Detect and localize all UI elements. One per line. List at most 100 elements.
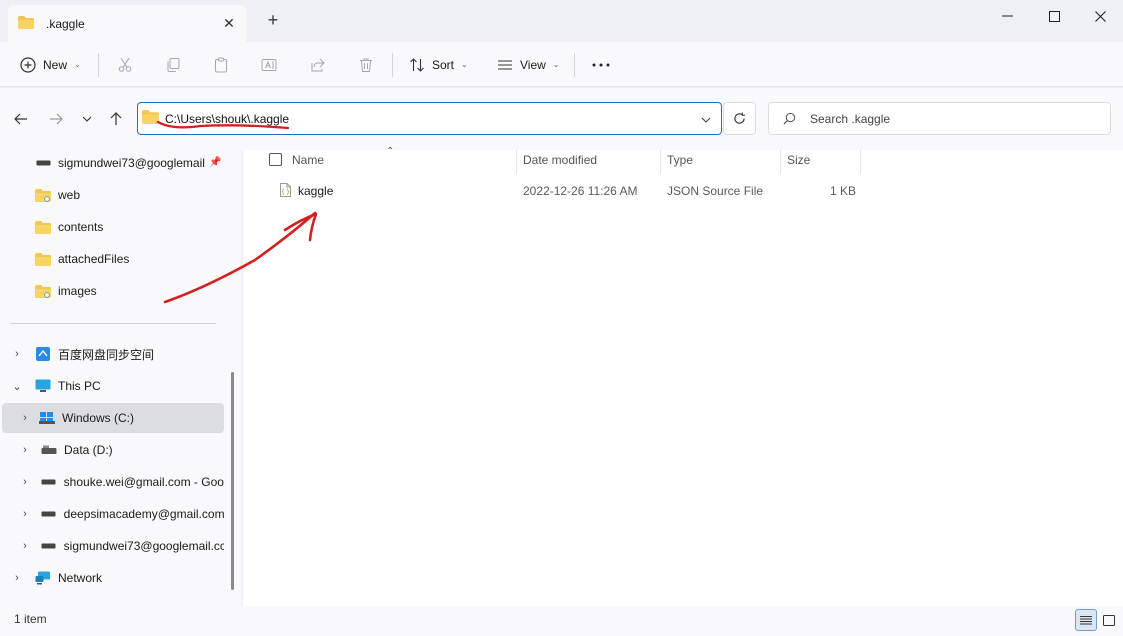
column-divider[interactable]: [660, 150, 661, 174]
column-header-type[interactable]: Type: [667, 150, 693, 170]
refresh-button[interactable]: [723, 102, 756, 135]
drive-icon: [40, 442, 58, 458]
sidebar-item-contents[interactable]: contents: [34, 212, 214, 242]
divider: [98, 53, 99, 77]
sidebar-item-shouke-gmail[interactable]: › shouke.wei@gmail.com - Goo: [18, 467, 224, 497]
tab-title: .kaggle: [46, 16, 85, 31]
address-path: C:\Users\shouk\.kaggle: [165, 111, 290, 126]
minimize-icon: [1001, 15, 1013, 17]
column-divider[interactable]: [860, 150, 861, 174]
sidebar-item-network[interactable]: › Network: [10, 563, 224, 593]
chevron-right-icon[interactable]: ›: [10, 348, 24, 360]
chevron-down-icon: ⌄: [552, 60, 560, 69]
column-divider[interactable]: [516, 150, 517, 174]
arrow-up-icon: [110, 112, 122, 125]
command-bar: New ⌄ Sort ⌄ View ⌄: [0, 42, 1123, 87]
search-box[interactable]: [768, 102, 1111, 135]
table-row[interactable]: kaggle 2022-12-26 11:26 AM JSON Source F…: [243, 178, 863, 204]
view-label: View: [520, 57, 546, 72]
sidebar-item-label: contents: [58, 220, 104, 234]
sidebar-item-label: deepsimacademy@gmail.com: [63, 507, 224, 521]
network-icon: [34, 570, 52, 586]
chevron-down-icon: [82, 116, 92, 122]
pin-icon: 📌: [209, 157, 222, 168]
column-divider[interactable]: [780, 150, 781, 174]
cut-button[interactable]: [117, 42, 133, 87]
sidebar-item-label: Windows (C:): [62, 411, 135, 425]
column-header-size[interactable]: Size: [787, 150, 810, 170]
view-list-icon: [498, 59, 512, 70]
rename-button[interactable]: [261, 42, 277, 87]
sort-icon: [410, 57, 424, 72]
new-button[interactable]: New ⌄: [20, 42, 81, 87]
file-name: kaggle: [298, 184, 334, 198]
folder-icon: [34, 219, 52, 235]
maximize-icon: [1048, 10, 1060, 22]
chevron-right-icon[interactable]: ›: [10, 572, 24, 584]
sidebar-item-label: images: [58, 284, 97, 298]
share-button[interactable]: [310, 42, 326, 87]
sidebar-item-this-pc[interactable]: ⌄ This PC: [10, 371, 224, 401]
chevron-down-icon[interactable]: ⌄: [10, 380, 24, 393]
sidebar-scrollbar[interactable]: [231, 372, 234, 590]
sidebar-item-label: shouke.wei@gmail.com - Goo: [63, 475, 224, 489]
sidebar-item-attachedfiles[interactable]: attachedFiles: [34, 244, 214, 274]
chevron-right-icon[interactable]: ›: [18, 444, 32, 456]
close-window-button[interactable]: [1077, 0, 1123, 32]
tiles-view-icon: [1103, 614, 1115, 626]
recent-locations-button[interactable]: [77, 109, 97, 129]
pc-icon: [34, 378, 52, 394]
paste-button[interactable]: [213, 42, 229, 87]
tiles-view-button[interactable]: [1098, 609, 1120, 631]
select-all-checkbox[interactable]: [269, 153, 282, 166]
column-header-date[interactable]: Date modified: [523, 150, 597, 170]
minimize-button[interactable]: [984, 0, 1030, 32]
search-icon: [783, 112, 796, 125]
address-bar[interactable]: C:\Users\shouk\.kaggle: [137, 102, 722, 135]
file-type: JSON Source File: [667, 184, 764, 198]
folder-icon: [142, 110, 159, 127]
sidebar-item-sigmund-quick[interactable]: sigmundwei73@googlemail.c: [34, 150, 230, 178]
search-input[interactable]: [808, 110, 1088, 127]
sidebar-item-label: sigmundwei73@googlemail.c: [58, 156, 206, 170]
up-button[interactable]: [106, 109, 126, 129]
sidebar-item-deepsim-gmail[interactable]: › deepsimacademy@gmail.com: [18, 499, 224, 529]
chevron-right-icon[interactable]: ›: [18, 412, 32, 424]
maximize-button[interactable]: [1031, 0, 1077, 32]
sidebar-item-windows-c[interactable]: › Windows (C:): [2, 403, 224, 433]
cloud-sync-icon: [34, 346, 52, 362]
sidebar-item-data-d[interactable]: › Data (D:): [18, 435, 224, 465]
sidebar-item-label: Network: [58, 571, 103, 585]
sidebar-item-label: web: [58, 188, 81, 202]
sort-button[interactable]: Sort ⌄: [409, 42, 468, 87]
chevron-down-icon[interactable]: [701, 112, 711, 126]
drive-icon: [40, 506, 58, 522]
view-button[interactable]: View ⌄: [497, 42, 560, 87]
folder-icon: [18, 15, 34, 32]
delete-button[interactable]: [358, 42, 374, 87]
sidebar-item-sigmund-googlemail[interactable]: › sigmundwei73@googlemail.cc: [18, 531, 224, 561]
sidebar-item-images[interactable]: images: [34, 276, 214, 306]
drive-icon: [34, 155, 52, 171]
forward-button[interactable]: [46, 109, 66, 129]
scissors-icon: [118, 57, 132, 72]
file-date: 2022-12-26 11:26 AM: [523, 184, 638, 198]
close-tab-icon[interactable]: ✕: [218, 15, 240, 32]
new-tab-button[interactable]: +: [263, 10, 283, 31]
sidebar-item-web[interactable]: web: [34, 180, 214, 210]
file-size: 1 KB: [830, 184, 857, 198]
new-label: New: [43, 57, 68, 72]
details-view-button[interactable]: [1075, 609, 1097, 631]
chevron-right-icon[interactable]: ›: [18, 540, 32, 552]
sidebar-item-baidu[interactable]: › 百度网盘同步空间: [10, 339, 224, 369]
copy-button[interactable]: [165, 42, 181, 87]
sidebar-item-label: sigmundwei73@googlemail.cc: [63, 539, 224, 553]
column-header-name[interactable]: Name: [292, 150, 324, 170]
chevron-right-icon[interactable]: ›: [18, 508, 32, 520]
back-button[interactable]: [11, 109, 31, 129]
sidebar-item-label: attachedFiles: [58, 252, 130, 266]
tab-kaggle[interactable]: .kaggle ✕: [8, 5, 246, 42]
sidebar-item-label: 百度网盘同步空间: [58, 347, 155, 362]
chevron-right-icon[interactable]: ›: [18, 476, 32, 488]
more-options-button[interactable]: [592, 42, 610, 87]
